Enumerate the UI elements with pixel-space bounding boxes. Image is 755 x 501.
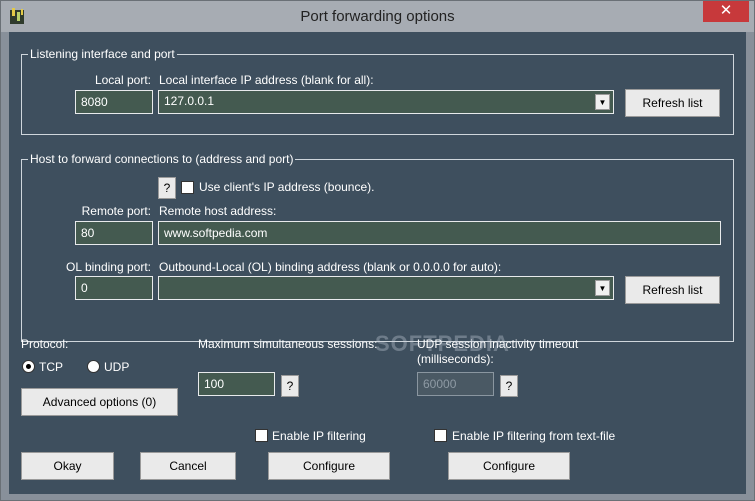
udp-timeout-input[interactable]: 60000: [417, 372, 494, 396]
cancel-button[interactable]: Cancel: [140, 452, 236, 480]
close-icon: ✕: [719, 2, 733, 19]
forward-group-title: Host to forward connections to (address …: [28, 152, 296, 166]
local-ip-value: 127.0.0.1: [164, 94, 215, 108]
tcp-radio[interactable]: [22, 360, 35, 373]
ol-port-label: OL binding port:: [66, 260, 151, 274]
ip-filtering-label: Enable IP filtering: [272, 429, 366, 443]
max-sessions-label: Maximum simultaneous sessions:: [198, 337, 378, 351]
chevron-down-icon[interactable]: ▼: [595, 94, 610, 110]
max-sessions-input[interactable]: 100: [198, 372, 275, 396]
listening-group-title: Listening interface and port: [28, 47, 177, 61]
ip-filtering-file-label: Enable IP filtering from text-file: [452, 429, 616, 443]
local-ip-label: Local interface IP address (blank for al…: [159, 73, 374, 87]
ip-filtering-checkbox[interactable]: [255, 429, 268, 442]
udp-radio[interactable]: [87, 360, 100, 373]
port-forwarding-window: Port forwarding options ✕ Listening inte…: [0, 0, 755, 501]
watermark: SOFTPEDIA: [375, 331, 510, 356]
okay-button[interactable]: Okay: [21, 452, 114, 480]
local-port-label: Local port:: [94, 73, 151, 87]
protocol-label: Protocol:: [21, 337, 69, 351]
dialog-body: Listening interface and port Local port:…: [9, 32, 746, 494]
help-icon: ?: [163, 181, 171, 195]
window-title: Port forwarding options: [300, 8, 455, 25]
refresh-list-button[interactable]: Refresh list: [625, 89, 720, 117]
advanced-options-button[interactable]: Advanced options (0): [21, 388, 178, 416]
ol-address-dropdown[interactable]: ▼: [158, 276, 614, 300]
chevron-down-icon[interactable]: ▼: [595, 280, 610, 296]
forward-group: Host to forward connections to (address …: [21, 152, 734, 342]
local-ip-dropdown[interactable]: 127.0.0.1 ▼: [158, 90, 614, 114]
udp-label: UDP: [104, 360, 130, 374]
ol-port-input[interactable]: 0: [75, 276, 153, 300]
ip-filter-file-configure-button[interactable]: Configure: [448, 452, 570, 480]
title-bar[interactable]: Port forwarding options ✕: [1, 1, 754, 32]
remote-host-label: Remote host address:: [159, 204, 277, 218]
bounce-help-button[interactable]: ?: [158, 177, 176, 199]
sessions-help-button[interactable]: ?: [281, 375, 299, 397]
help-icon: ?: [286, 379, 294, 393]
help-icon: ?: [505, 379, 513, 393]
udp-timeout-help-button[interactable]: ?: [500, 375, 518, 397]
bounce-label: Use client's IP address (bounce).: [199, 180, 375, 194]
ip-filtering-file-checkbox[interactable]: [434, 429, 447, 442]
ol-refresh-list-button[interactable]: Refresh list: [625, 276, 720, 304]
close-button[interactable]: ✕: [703, 1, 749, 22]
ip-filter-configure-button[interactable]: Configure: [268, 452, 390, 480]
bounce-checkbox[interactable]: [181, 181, 194, 194]
remote-host-input[interactable]: www.softpedia.com: [158, 221, 721, 245]
ol-address-label: Outbound-Local (OL) binding address (bla…: [159, 260, 502, 274]
tcp-label: TCP: [39, 360, 63, 374]
local-port-input[interactable]: 8080: [75, 90, 153, 114]
remote-port-input[interactable]: 80: [75, 221, 153, 245]
remote-port-label: Remote port:: [81, 204, 151, 218]
